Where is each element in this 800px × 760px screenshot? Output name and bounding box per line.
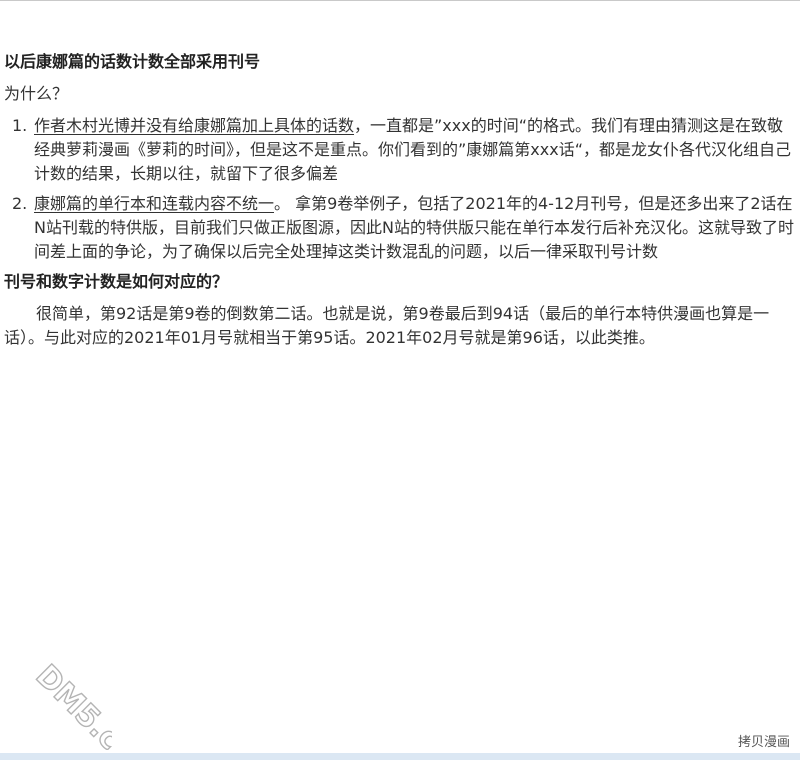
article: 以后康娜篇的话数计数全部采用刊号 为什么？ 1. 作者木村光博并没有给康娜篇加上… xyxy=(4,50,796,350)
heading-mapping: 刊号和数字计数是如何对应的？ xyxy=(4,272,229,291)
dm5-logo-text: DM5.com xyxy=(29,658,112,750)
list-number: 1. xyxy=(12,116,28,135)
list-item: 1. 作者木村光博并没有给康娜篇加上具体的话数，一直都是”xxx的时间“的格式。… xyxy=(4,114,796,186)
list-item: 2. 康娜篇的单行本和连载内容不统一。 拿第9卷举例子，包括了2021年的4-1… xyxy=(4,192,796,264)
underlined-text: 作者木村光博并没有给康娜篇加上具体的话数 xyxy=(34,116,355,135)
heading-issue-numbering: 以后康娜篇的话数计数全部采用刊号 xyxy=(4,52,261,71)
why-label: 为什么？ xyxy=(4,84,69,103)
top-border xyxy=(0,0,800,1)
list-number: 2. xyxy=(12,194,28,213)
mapping-paragraph: 很简单，第92话是第9卷的倒数第二话。也就是说，第9卷最后到94话（最后的单行本… xyxy=(4,304,770,347)
reasons-list: 1. 作者木村光博并没有给康娜篇加上具体的话数，一直都是”xxx的时间“的格式。… xyxy=(4,114,796,264)
bottom-bar xyxy=(0,753,800,760)
underlined-text: 康娜篇的单行本和连载内容不统一 xyxy=(34,194,275,213)
copy-manga-watermark: 拷贝漫画 xyxy=(737,735,790,750)
dm5-logo-watermark: DM5.com xyxy=(28,658,112,750)
